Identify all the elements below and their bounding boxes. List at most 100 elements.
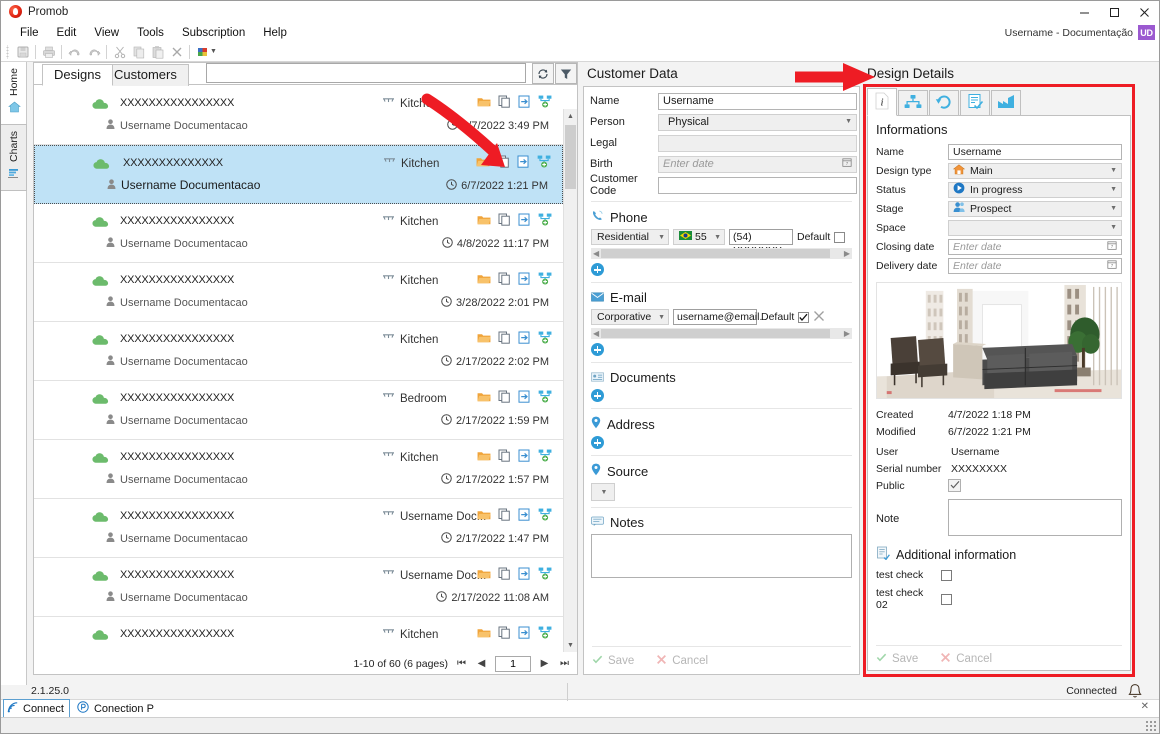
- share-network-icon[interactable]: [538, 508, 553, 524]
- hscroll-left-arrow-icon[interactable]: ◀: [593, 329, 599, 338]
- tab-checklist[interactable]: [960, 90, 990, 116]
- customer-save-button[interactable]: Save: [592, 654, 634, 668]
- duplicate-icon[interactable]: [498, 272, 511, 288]
- share-network-icon[interactable]: [538, 567, 553, 583]
- page-number-input[interactable]: [495, 655, 531, 672]
- delete-icon[interactable]: [167, 43, 186, 61]
- export-icon[interactable]: [517, 155, 530, 171]
- duplicate-icon[interactable]: [498, 95, 511, 111]
- export-icon[interactable]: [518, 95, 531, 111]
- duplicate-icon[interactable]: [498, 567, 511, 583]
- tab-factory[interactable]: [991, 90, 1021, 116]
- table-row[interactable]: XXXXXXXXXXXXXXXX Username Documentacao Kit…: [34, 86, 563, 145]
- connection-p-button[interactable]: Conection P: [72, 700, 159, 717]
- hscroll-thumb[interactable]: [601, 329, 830, 338]
- email-type-select[interactable]: Corporative ▼: [591, 309, 669, 325]
- color-dropdown-caret-icon[interactable]: ▼: [210, 48, 217, 55]
- phone-country-select[interactable]: 55 ▼: [673, 229, 725, 245]
- sidebar-item-charts[interactable]: Charts: [1, 124, 27, 191]
- prev-page-button[interactable]: ◀: [475, 658, 488, 669]
- open-folder-icon[interactable]: [476, 156, 490, 171]
- undo-icon[interactable]: [65, 43, 84, 61]
- duplicate-icon[interactable]: [498, 213, 511, 229]
- add-address-button[interactable]: [591, 436, 604, 449]
- phone-list-hscroll[interactable]: ◀ ▶: [591, 248, 852, 259]
- tab-designs[interactable]: Designs: [42, 64, 113, 86]
- designs-list-scrollbar[interactable]: ▲ ▼: [563, 109, 577, 652]
- design-cancel-button[interactable]: Cancel: [940, 652, 992, 666]
- customer-birth-date[interactable]: Enter date 7: [658, 155, 857, 173]
- user-account-area[interactable]: Username - Documentação UD: [1005, 23, 1155, 42]
- menu-item-edit[interactable]: Edit: [48, 25, 86, 41]
- copy-icon[interactable]: [129, 43, 148, 61]
- share-network-icon[interactable]: [538, 95, 553, 111]
- calendar-icon[interactable]: 7: [1107, 259, 1117, 273]
- detail-design-type-select[interactable]: Main ▼: [948, 163, 1122, 179]
- duplicate-icon[interactable]: [498, 508, 511, 524]
- table-row[interactable]: XXXXXXXXXXXXXXXX Username Documentacao Kit…: [34, 263, 563, 322]
- hscroll-right-arrow-icon[interactable]: ▶: [844, 249, 850, 258]
- table-row[interactable]: XXXXXXXXXXXXXXXX Username Documentacao Kit…: [34, 440, 563, 499]
- open-folder-icon[interactable]: [477, 273, 491, 288]
- first-page-button[interactable]: ⏮: [455, 658, 468, 669]
- print-icon[interactable]: [39, 43, 58, 61]
- detail-status-select[interactable]: In progress ▼: [948, 182, 1122, 198]
- duplicate-icon[interactable]: [498, 449, 511, 465]
- add-document-button[interactable]: [591, 389, 604, 402]
- user-avatar[interactable]: UD: [1138, 25, 1155, 40]
- export-icon[interactable]: [518, 567, 531, 583]
- menu-item-subscription[interactable]: Subscription: [173, 25, 254, 41]
- tab-customers[interactable]: Customers: [102, 64, 189, 86]
- table-row[interactable]: XXXXXXXXXXXXXXXX Username Documentacao Use…: [34, 499, 563, 558]
- save-icon[interactable]: [13, 43, 32, 61]
- paste-icon[interactable]: [148, 43, 167, 61]
- public-checkbox[interactable]: [948, 479, 961, 492]
- phone-default-checkbox[interactable]: [834, 231, 846, 243]
- export-icon[interactable]: [518, 213, 531, 229]
- add-email-button[interactable]: [591, 343, 604, 356]
- open-folder-icon[interactable]: [477, 332, 491, 347]
- scrollbar-thumb[interactable]: [565, 125, 576, 189]
- export-icon[interactable]: [518, 331, 531, 347]
- export-icon[interactable]: [518, 449, 531, 465]
- hscroll-right-arrow-icon[interactable]: ▶: [844, 329, 850, 338]
- email-address-input[interactable]: username@email.: [673, 309, 762, 325]
- table-row[interactable]: XXXXXXXXXXXXXXXX Kitchen: [34, 617, 563, 652]
- open-folder-icon[interactable]: [477, 450, 491, 465]
- calendar-icon[interactable]: 7: [842, 157, 852, 171]
- redo-icon[interactable]: [84, 43, 103, 61]
- design-note-textarea[interactable]: [948, 499, 1122, 536]
- table-row[interactable]: XXXXXXXXXXXXXX Username Documentacao Kitch…: [34, 145, 563, 204]
- delete-email-icon[interactable]: [813, 310, 825, 325]
- customer-person-select[interactable]: Physical ▼: [658, 113, 857, 131]
- menu-item-help[interactable]: Help: [254, 25, 296, 41]
- close-button[interactable]: [1129, 1, 1159, 23]
- close-bar-icon[interactable]: ✕: [1141, 701, 1149, 712]
- design-save-button[interactable]: Save: [876, 652, 918, 666]
- menu-item-view[interactable]: View: [85, 25, 128, 41]
- export-icon[interactable]: [518, 508, 531, 524]
- duplicate-icon[interactable]: [498, 331, 511, 347]
- minimize-button[interactable]: [1069, 1, 1099, 23]
- detail-stage-select[interactable]: Prospect ▼: [948, 201, 1122, 217]
- test-check-02-checkbox[interactable]: [941, 593, 952, 605]
- open-folder-icon[interactable]: [477, 214, 491, 229]
- customer-cancel-button[interactable]: Cancel: [656, 654, 708, 668]
- calendar-icon[interactable]: 7: [1107, 240, 1117, 254]
- open-folder-icon[interactable]: [477, 627, 491, 642]
- notes-textarea[interactable]: [591, 534, 852, 578]
- share-network-icon[interactable]: [538, 626, 553, 642]
- toolbar-grip[interactable]: [5, 44, 11, 59]
- export-icon[interactable]: [518, 390, 531, 406]
- hscroll-thumb[interactable]: [601, 249, 830, 258]
- cut-icon[interactable]: [110, 43, 129, 61]
- export-icon[interactable]: [518, 626, 531, 642]
- menu-item-tools[interactable]: Tools: [128, 25, 173, 41]
- source-select[interactable]: ▼: [591, 483, 615, 501]
- design-thumbnail[interactable]: [876, 282, 1122, 399]
- refresh-icon[interactable]: [532, 63, 554, 84]
- detail-space-select[interactable]: ▼: [948, 220, 1122, 236]
- open-folder-icon[interactable]: [477, 391, 491, 406]
- scroll-up-arrow-icon[interactable]: ▲: [564, 109, 577, 123]
- share-network-icon[interactable]: [538, 449, 553, 465]
